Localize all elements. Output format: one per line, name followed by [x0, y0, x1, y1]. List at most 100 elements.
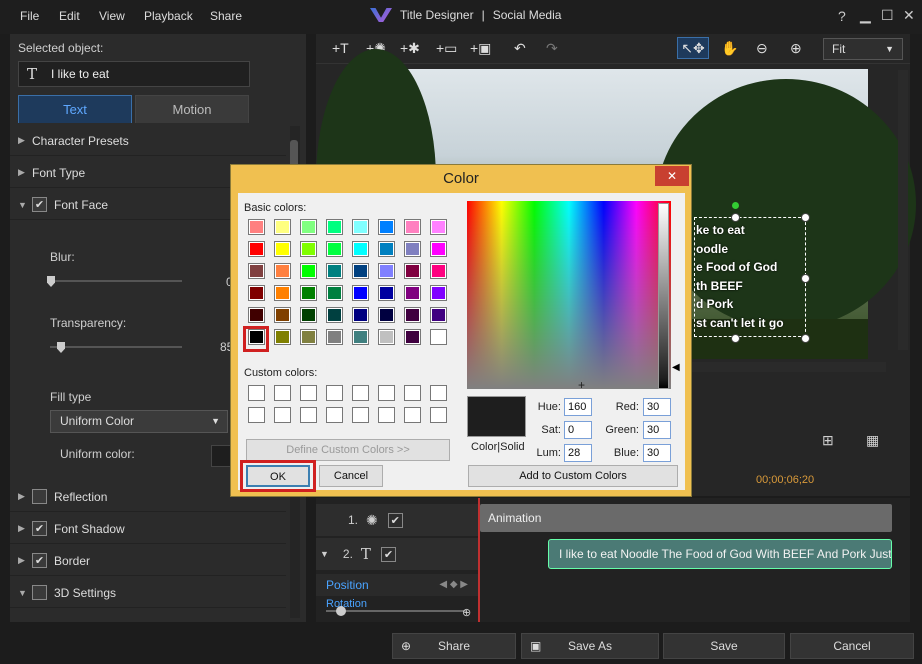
font-face-checkbox[interactable]: ✔: [32, 197, 47, 212]
border-checkbox[interactable]: ✔: [32, 553, 47, 568]
basic-color-swatch[interactable]: [300, 329, 317, 345]
basic-color-swatch[interactable]: [274, 219, 291, 235]
menu-edit[interactable]: Edit: [59, 9, 80, 23]
red-input[interactable]: 30: [643, 398, 671, 416]
basic-color-swatch[interactable]: [248, 263, 265, 279]
resize-handle[interactable]: [801, 334, 810, 343]
basic-color-swatch[interactable]: [430, 263, 447, 279]
help-button[interactable]: ?: [838, 8, 846, 24]
hue-input[interactable]: 160: [564, 398, 592, 416]
basic-color-swatch[interactable]: [378, 241, 395, 257]
minimize-icon[interactable]: ▁: [860, 7, 871, 24]
dialog-close-button[interactable]: ✕: [655, 166, 689, 186]
menu-share[interactable]: Share: [210, 9, 242, 23]
keyframe-position[interactable]: Position ◀ ◆ ▶: [316, 574, 478, 596]
resize-handle[interactable]: [731, 334, 740, 343]
basic-color-swatch[interactable]: [326, 285, 343, 301]
custom-color-swatch[interactable]: [300, 385, 317, 401]
basic-color-swatch[interactable]: [404, 285, 421, 301]
define-custom-colors-button[interactable]: Define Custom Colors >>: [246, 439, 450, 461]
basic-color-swatch[interactable]: [404, 241, 421, 257]
basic-color-swatch[interactable]: [430, 241, 447, 257]
preview-vscroll[interactable]: [898, 70, 908, 350]
menu-playback[interactable]: Playback: [144, 9, 193, 23]
timeline-zoom-slider[interactable]: [326, 610, 466, 612]
keyframe-nav-icon[interactable]: ◀ ◆ ▶: [439, 574, 468, 596]
basic-color-swatch[interactable]: [352, 263, 369, 279]
custom-color-swatch[interactable]: [430, 385, 447, 401]
color-spectrum[interactable]: [467, 201, 671, 389]
basic-color-swatch[interactable]: [326, 263, 343, 279]
basic-color-swatch[interactable]: [352, 219, 369, 235]
custom-color-swatch[interactable]: [352, 407, 369, 423]
custom-color-swatch[interactable]: [326, 385, 343, 401]
basic-color-swatch[interactable]: [378, 263, 395, 279]
custom-color-swatch[interactable]: [352, 385, 369, 401]
font-shadow-checkbox[interactable]: ✔: [32, 521, 47, 536]
spectrum-crosshair-icon[interactable]: +: [578, 378, 585, 392]
insert-background-icon[interactable]: +▣: [470, 40, 491, 57]
track-1-visible-checkbox[interactable]: ✔: [387, 512, 403, 528]
custom-color-swatch[interactable]: [378, 385, 395, 401]
track-2-visible-checkbox[interactable]: ✔: [380, 546, 396, 562]
section-character-presets[interactable]: ▶ Character Presets: [10, 126, 286, 156]
basic-color-swatch[interactable]: [300, 219, 317, 235]
basic-color-swatch[interactable]: [326, 329, 343, 345]
basic-color-swatch[interactable]: [430, 219, 447, 235]
select-move-icon[interactable]: ↖✥: [677, 37, 709, 59]
tab-motion[interactable]: Motion: [135, 95, 249, 123]
resize-handle[interactable]: [801, 274, 810, 283]
blur-slider-handle[interactable]: [47, 276, 55, 287]
timeline-zoom-handle[interactable]: [336, 606, 346, 616]
fill-type-select[interactable]: Uniform Color ▼: [50, 410, 228, 433]
insert-image-icon[interactable]: +▭: [436, 40, 457, 57]
menu-file[interactable]: File: [20, 9, 39, 23]
basic-color-swatch[interactable]: [300, 285, 317, 301]
text-clip[interactable]: I like to eat Noodle The Food of God Wit…: [548, 539, 892, 569]
basic-color-swatch[interactable]: [378, 307, 395, 323]
custom-color-swatch[interactable]: [274, 385, 291, 401]
save-button[interactable]: Save: [663, 633, 785, 659]
custom-color-swatch[interactable]: [326, 407, 343, 423]
animation-clip[interactable]: Animation: [480, 504, 892, 532]
custom-color-swatch[interactable]: [248, 407, 265, 423]
blur-slider[interactable]: [50, 280, 182, 282]
zoom-in-icon[interactable]: ⊕: [790, 40, 802, 57]
add-to-custom-colors-button[interactable]: Add to Custom Colors: [468, 465, 678, 487]
blue-input[interactable]: 30: [643, 444, 671, 462]
basic-color-swatch[interactable]: [430, 285, 447, 301]
basic-color-swatch[interactable]: [248, 219, 265, 235]
menu-view[interactable]: View: [99, 9, 125, 23]
resize-handle[interactable]: [731, 213, 740, 222]
transparency-slider[interactable]: [50, 346, 182, 348]
grid-icon[interactable]: ▦: [866, 432, 879, 449]
custom-color-swatch[interactable]: [404, 407, 421, 423]
insert-text-icon[interactable]: +T: [332, 40, 349, 56]
dialog-cancel-button[interactable]: Cancel: [319, 465, 383, 487]
share-button[interactable]: ⊕ Share: [392, 633, 516, 659]
save-as-button[interactable]: ▣ Save As: [521, 633, 659, 659]
basic-color-swatch[interactable]: [404, 263, 421, 279]
custom-color-swatch[interactable]: [378, 407, 395, 423]
basic-color-swatch[interactable]: [352, 285, 369, 301]
basic-color-swatch[interactable]: [430, 329, 447, 345]
selected-object-field[interactable]: T I like to eat: [18, 61, 250, 87]
tab-text[interactable]: Text: [18, 95, 132, 123]
insert-effect-icon[interactable]: +✱: [400, 40, 420, 57]
basic-color-swatch[interactable]: [274, 285, 291, 301]
custom-color-swatch[interactable]: [300, 407, 317, 423]
basic-color-swatch[interactable]: [352, 307, 369, 323]
basic-color-swatch[interactable]: [378, 219, 395, 235]
basic-color-swatch[interactable]: [430, 307, 447, 323]
custom-color-swatch[interactable]: [404, 385, 421, 401]
section-3d-settings[interactable]: ▼ 3D Settings: [10, 578, 286, 608]
basic-color-swatch[interactable]: [404, 307, 421, 323]
green-input[interactable]: 30: [643, 421, 671, 439]
close-icon[interactable]: ✕: [903, 7, 915, 24]
custom-color-swatch[interactable]: [430, 407, 447, 423]
basic-color-swatch[interactable]: [300, 241, 317, 257]
reflection-checkbox[interactable]: [32, 489, 47, 504]
basic-color-swatch[interactable]: [352, 241, 369, 257]
transparency-slider-handle[interactable]: [57, 342, 65, 353]
undo-icon[interactable]: ↶: [514, 40, 526, 57]
